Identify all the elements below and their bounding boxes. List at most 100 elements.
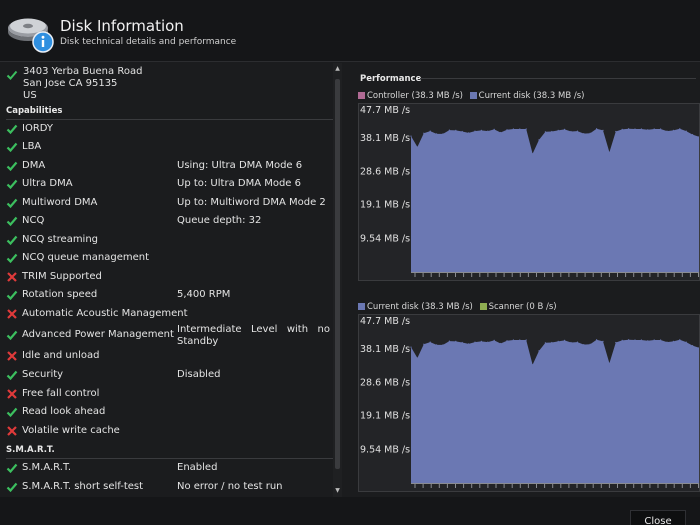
legend-item-current-disk: Current disk (38.3 MB /s) bbox=[358, 302, 473, 312]
list-item: DMA Using: Ultra DMA Mode 6 bbox=[0, 159, 335, 175]
series-area-current-disk bbox=[411, 128, 699, 272]
data-point bbox=[448, 129, 450, 131]
check-icon bbox=[6, 235, 18, 246]
list-item: NCQ streaming bbox=[0, 233, 335, 249]
data-point bbox=[640, 128, 642, 130]
data-point bbox=[647, 340, 649, 342]
list-item: S.M.A.R.T. short self-test No error / no … bbox=[0, 480, 335, 496]
legend-item-current-disk: Current disk (38.3 MB /s) bbox=[469, 91, 585, 101]
data-point bbox=[416, 146, 418, 148]
data-point bbox=[436, 133, 438, 135]
performance-chart-bottom: 47.7 MB /s 38.1 MB /s 28.6 MB /s 19.1 MB /s… bbox=[358, 314, 700, 492]
data-point bbox=[487, 341, 489, 343]
list-item: NCQ queue management bbox=[0, 251, 335, 267]
data-point bbox=[596, 128, 598, 130]
data-point bbox=[532, 153, 534, 155]
cross-icon bbox=[7, 309, 17, 319]
item-label: Volatile write cache bbox=[22, 425, 120, 436]
data-point bbox=[685, 341, 687, 343]
item-label: Free fall control bbox=[22, 388, 100, 399]
data-point bbox=[685, 130, 687, 132]
window-header: Disk Information Disk technical details … bbox=[0, 0, 700, 62]
list-item: Ultra DMA Up to: Ultra DMA Mode 6 bbox=[0, 177, 335, 193]
scrollbar-thumb[interactable] bbox=[335, 79, 340, 469]
list-item: Multiword DMA Up to: Multiword DMA Mode 2 bbox=[0, 196, 335, 212]
data-point bbox=[615, 341, 617, 344]
data-point bbox=[596, 339, 598, 341]
data-point bbox=[576, 341, 578, 343]
legend-label: Scanner (0 B /s) bbox=[488, 302, 557, 312]
check-icon bbox=[6, 198, 18, 209]
item-label: NCQ queue management bbox=[22, 252, 150, 263]
data-point bbox=[583, 133, 585, 135]
window-subtitle: Disk technical details and performance bbox=[60, 37, 237, 47]
disk-info-icon bbox=[8, 18, 54, 53]
address-line: San Jose CA 95135 bbox=[23, 78, 118, 89]
scroll-down-icon[interactable]: ▼ bbox=[333, 487, 342, 495]
data-point bbox=[468, 132, 470, 134]
data-point bbox=[544, 342, 546, 344]
check-icon bbox=[6, 179, 18, 190]
item-label: DMA bbox=[22, 160, 46, 171]
data-point bbox=[589, 343, 591, 345]
item-label: LBA bbox=[22, 141, 42, 152]
data-point bbox=[532, 364, 534, 366]
y-tick-label: 9.54 MB /s bbox=[360, 233, 410, 244]
check-icon bbox=[6, 370, 18, 381]
data-point bbox=[474, 130, 476, 132]
details-scrollbar[interactable]: ▲ ▼ bbox=[333, 63, 342, 497]
address-line: 3403 Yerba Buena Road bbox=[23, 66, 143, 77]
item-label: NCQ bbox=[22, 215, 45, 226]
list-item: Security Disabled bbox=[0, 368, 335, 384]
performance-heading: Performance bbox=[360, 74, 422, 84]
scroll-up-icon[interactable]: ▲ bbox=[333, 65, 342, 73]
data-point bbox=[692, 134, 694, 136]
data-point bbox=[525, 339, 527, 341]
data-point bbox=[621, 339, 623, 341]
data-point bbox=[410, 135, 412, 137]
data-point bbox=[538, 350, 540, 352]
data-point bbox=[429, 341, 431, 343]
y-tick-label: 47.7 MB /s bbox=[360, 105, 410, 116]
data-point bbox=[461, 130, 463, 133]
y-tick-label: 28.6 MB /s bbox=[360, 377, 410, 388]
data-point bbox=[493, 339, 495, 341]
data-point bbox=[493, 128, 495, 130]
cross-icon bbox=[7, 351, 17, 361]
item-value: 5,400 RPM bbox=[177, 289, 231, 300]
section-title: S.M.A.R.T. bbox=[6, 445, 55, 455]
data-point bbox=[468, 343, 470, 345]
data-point bbox=[640, 339, 642, 341]
item-value: Enabled bbox=[177, 462, 218, 473]
data-point bbox=[576, 130, 578, 132]
divider bbox=[6, 119, 336, 120]
data-point bbox=[423, 343, 425, 345]
data-point bbox=[608, 151, 610, 153]
item-label: Multiword DMA bbox=[22, 197, 98, 208]
data-point bbox=[660, 339, 662, 341]
y-tick-label: 38.1 MB /s bbox=[360, 133, 410, 144]
data-point bbox=[615, 130, 617, 133]
data-point bbox=[442, 133, 444, 135]
item-label: Automatic Acoustic Management bbox=[22, 308, 188, 319]
item-value: Up to: Ultra DMA Mode 6 bbox=[177, 178, 302, 189]
item-label: Ultra DMA bbox=[22, 178, 73, 189]
check-icon bbox=[6, 216, 18, 227]
data-point bbox=[666, 130, 668, 132]
data-point bbox=[487, 130, 489, 132]
close-button[interactable]: Close bbox=[630, 510, 686, 525]
performance-chart-top: 47.7 MB /s 38.1 MB /s 28.6 MB /s 19.1 MB /s… bbox=[358, 103, 700, 281]
data-point bbox=[564, 128, 566, 130]
data-point bbox=[583, 344, 585, 346]
data-point bbox=[436, 344, 438, 346]
data-point bbox=[519, 339, 521, 341]
data-point bbox=[621, 128, 623, 130]
item-label: Rotation speed bbox=[22, 289, 98, 300]
data-point bbox=[557, 129, 559, 131]
y-tick-label: 28.6 MB /s bbox=[360, 166, 410, 177]
data-point bbox=[480, 340, 482, 342]
list-item: Free fall control bbox=[0, 387, 335, 403]
legend-swatch bbox=[358, 303, 365, 310]
legend-item-scanner: Scanner (0 B /s) bbox=[479, 302, 557, 312]
data-point bbox=[608, 362, 610, 364]
